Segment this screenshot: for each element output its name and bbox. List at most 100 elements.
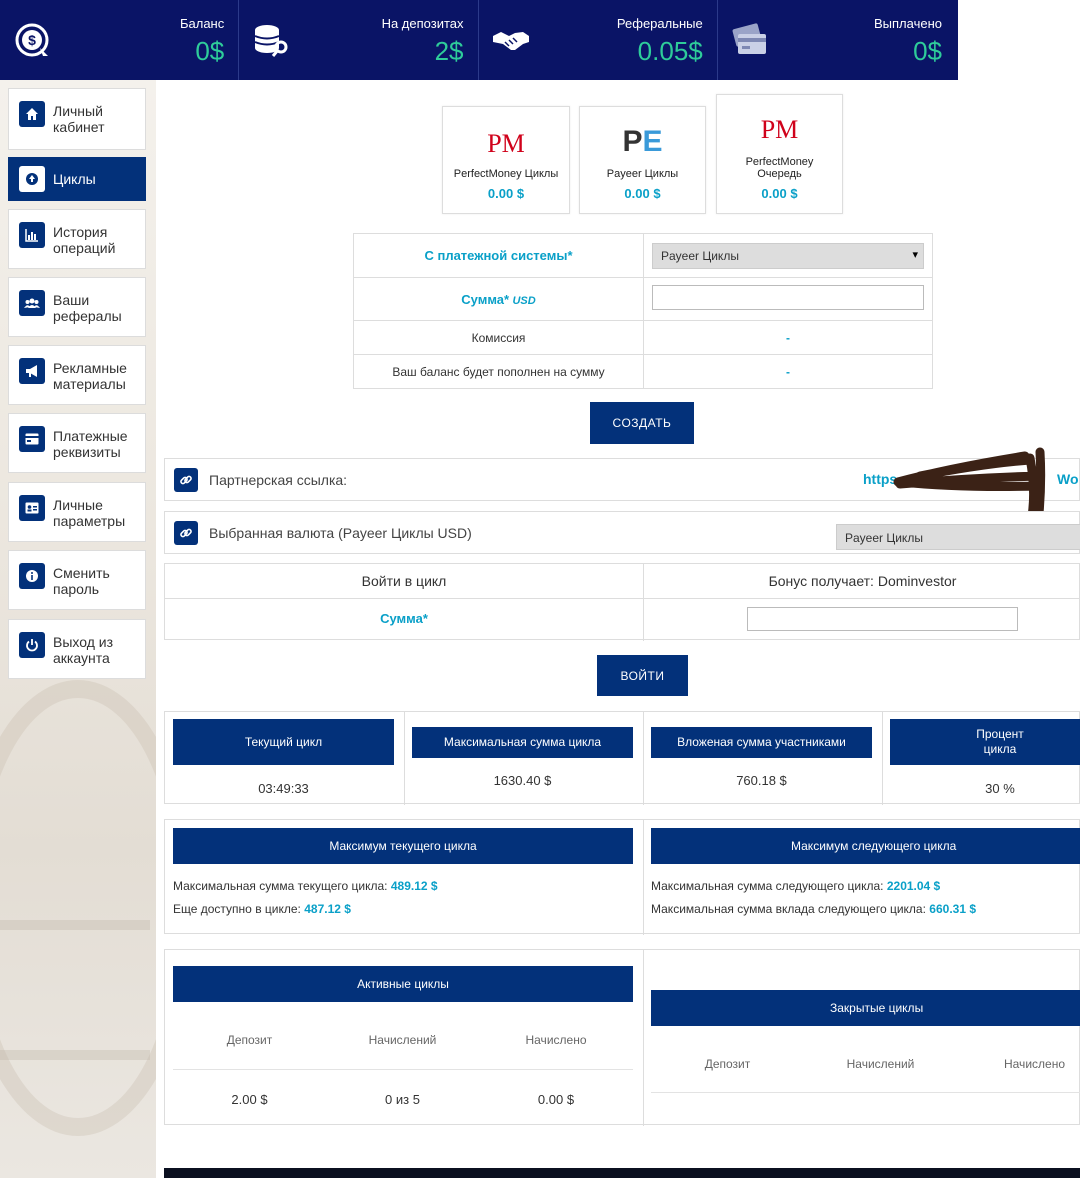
invested-sum-header: Вложеная сумма участниками bbox=[651, 727, 872, 758]
link-icon bbox=[174, 521, 198, 545]
payment-system-label: С платежной системы* bbox=[353, 233, 644, 278]
max-cycle-sum-value: 1630.40 $ bbox=[493, 773, 552, 788]
max-next-line1: Максимальная сумма следующего цикла: 220… bbox=[651, 879, 941, 893]
amount-label: Сумма* USD bbox=[353, 277, 644, 321]
cycle-percent-header: Процент цикла bbox=[890, 719, 1080, 765]
wallet-name: PerfectMoney Очередь bbox=[745, 156, 814, 180]
bar-chart-icon bbox=[19, 222, 45, 248]
sidebar-item-label: Платежные реквизиты bbox=[53, 428, 128, 460]
active-cycles-header: Активные циклы bbox=[173, 966, 633, 1002]
sidebar-item-label: Сменить пароль bbox=[53, 565, 110, 597]
divider bbox=[651, 1092, 1080, 1093]
enter-button[interactable]: ВОЙТИ bbox=[597, 655, 688, 696]
credit-card-icon bbox=[730, 20, 770, 60]
divider bbox=[173, 1069, 633, 1070]
wallet-card-payeer-cycles[interactable]: PE Payeer Циклы 0.00 $ bbox=[579, 106, 706, 214]
stat-referral: Реферальные 0.05$ bbox=[479, 0, 718, 80]
stats-bar: $ Баланс 0$ На депозитах 2$ Реферальные … bbox=[0, 0, 958, 80]
coins-key-icon bbox=[251, 20, 291, 60]
sidebar-item-label: Циклы bbox=[53, 171, 96, 187]
closed-col-deposit: Депозит bbox=[704, 1057, 751, 1071]
sidebar-item-label: История операций bbox=[53, 224, 116, 256]
enter-cycle-title: Войти в цикл bbox=[361, 573, 447, 589]
sidebar-item-cabinet[interactable]: Личный кабинет bbox=[8, 88, 146, 150]
commission-value: - bbox=[643, 320, 933, 355]
payeer-logo-icon: PE bbox=[622, 125, 663, 158]
partner-link-label: Партнерская ссылка: bbox=[209, 472, 348, 488]
wallet-amount: 0.00 $ bbox=[624, 186, 661, 201]
enter-cycle-panel: Войти в цикл Бонус получает: Dominvestor… bbox=[164, 563, 1080, 641]
stat-label: Реферальные bbox=[616, 16, 703, 31]
active-col-accrued: Начислено bbox=[525, 1033, 587, 1047]
cycle-amount-label: Сумма* bbox=[380, 611, 428, 626]
sidebar-item-logout[interactable]: Выход из аккаунта bbox=[8, 619, 146, 679]
amount-input[interactable] bbox=[652, 285, 924, 310]
wallet-card-perfectmoney-queue[interactable]: PM PerfectMoney Очередь 0.00 $ bbox=[716, 94, 843, 214]
upload-circle-icon bbox=[19, 166, 45, 192]
stat-deposits: На депозитах 2$ bbox=[239, 0, 479, 80]
svg-text:$: $ bbox=[28, 32, 36, 48]
commission-label: Комиссия bbox=[353, 320, 644, 355]
closed-col-accrued: Начислено bbox=[1003, 1057, 1065, 1071]
invested-sum-value: 760.18 $ bbox=[736, 773, 787, 788]
card-icon bbox=[19, 426, 45, 452]
sidebar-item-change-password[interactable]: Сменить пароль bbox=[8, 550, 146, 610]
dollar-cycle-icon: $ bbox=[12, 20, 52, 60]
perfectmoney-logo-icon: PM bbox=[487, 129, 525, 158]
link-icon bbox=[174, 468, 198, 492]
current-cycle-value: 03:49:33 bbox=[258, 781, 309, 796]
users-icon bbox=[19, 290, 45, 316]
sidebar-item-referrals[interactable]: Ваши рефералы bbox=[8, 277, 146, 337]
active-col-deposit: Депозит bbox=[226, 1033, 273, 1047]
cycle-amount-input[interactable] bbox=[747, 607, 1018, 631]
stat-paid: Выплачено 0$ bbox=[718, 0, 956, 80]
sidebar-item-label: Ваши рефералы bbox=[53, 292, 122, 324]
sidebar-item-payment-details[interactable]: Платежные реквизиты bbox=[8, 413, 146, 473]
table-cell: 2.00 $ bbox=[231, 1092, 268, 1107]
stat-label: На депозитах bbox=[381, 16, 464, 31]
deposit-form: С платежной системы* Payeer Циклы Сумма*… bbox=[353, 233, 933, 389]
stat-balance: $ Баланс 0$ bbox=[0, 0, 240, 80]
perfectmoney-logo-icon: PM bbox=[760, 115, 799, 144]
wallet-name: PerfectMoney Циклы bbox=[453, 168, 559, 180]
stat-value: 2$ bbox=[434, 36, 464, 66]
wallet-card-perfectmoney-cycles[interactable]: PM PerfectMoney Циклы 0.00 $ bbox=[442, 106, 570, 214]
sidebar-item-history[interactable]: История операций bbox=[8, 209, 146, 269]
sidebar-item-label: Личные параметры bbox=[53, 497, 126, 529]
max-next-cycle-header: Максимум следующего цикла bbox=[651, 828, 1080, 864]
wallet-amount: 0.00 $ bbox=[487, 186, 525, 201]
selected-currency-label: Выбранная валюта (Payeer Циклы USD) bbox=[209, 525, 472, 541]
current-cycle-header: Текущий цикл bbox=[173, 719, 394, 765]
payment-system-select[interactable]: Payeer Циклы bbox=[652, 242, 924, 269]
megaphone-icon bbox=[19, 358, 45, 384]
partner-link-url-tail: Wo bbox=[1057, 471, 1079, 487]
selected-currency-row: Выбранная валюта (Payeer Циклы USD) Paye… bbox=[164, 511, 1080, 554]
wallet-name: Payeer Циклы bbox=[606, 168, 679, 180]
max-cycle-sum-header: Максимальная сумма цикла bbox=[412, 727, 633, 758]
cycle-percent-value: 30 % bbox=[985, 781, 1015, 796]
stat-value: 0$ bbox=[913, 36, 942, 66]
stat-value: 0.05$ bbox=[637, 36, 703, 66]
sidebar-item-label: Личный кабинет bbox=[53, 103, 105, 135]
sidebar-item-promo[interactable]: Рекламные материалы bbox=[8, 345, 146, 405]
sidebar-item-settings[interactable]: Личные параметры bbox=[8, 482, 146, 542]
stat-label: Баланс bbox=[179, 16, 225, 31]
balance-result-value: - bbox=[643, 354, 933, 389]
balance-result-label: Ваш баланс будет пополнен на сумму bbox=[353, 354, 644, 389]
max-current-line1: Максимальная сумма текущего цикла: 489.1… bbox=[173, 879, 438, 893]
sidebar-item-cycles[interactable]: Циклы bbox=[8, 157, 146, 201]
home-icon bbox=[19, 101, 45, 127]
power-icon bbox=[19, 632, 45, 658]
stat-label: Выплачено bbox=[874, 16, 942, 31]
table-cell: 0.00 $ bbox=[537, 1092, 575, 1107]
table-cell: 0 из 5 bbox=[385, 1092, 420, 1107]
bonus-recipient: Бонус получает: Dominvestor bbox=[768, 573, 957, 589]
stat-value: 0$ bbox=[195, 36, 225, 66]
currency-select[interactable]: Payeer Циклы bbox=[836, 524, 1080, 550]
id-card-icon bbox=[19, 495, 45, 521]
sidebar-item-label: Выход из аккаунта bbox=[53, 634, 114, 666]
create-button[interactable]: СОЗДАТЬ bbox=[590, 402, 694, 444]
active-col-accruals: Начислений bbox=[368, 1033, 437, 1047]
info-icon bbox=[19, 563, 45, 589]
closed-col-accruals: Начислений bbox=[846, 1057, 915, 1071]
